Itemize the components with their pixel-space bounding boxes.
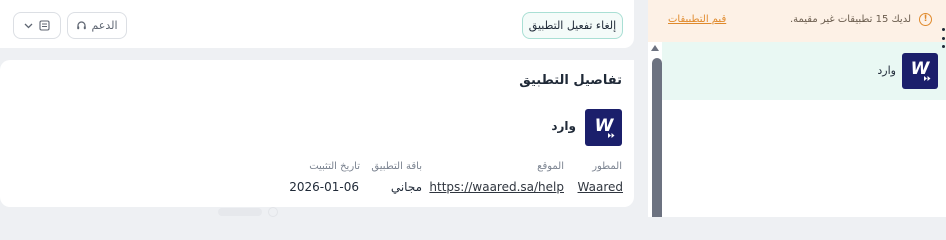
website-link[interactable]: https://waared.sa/help [429, 180, 564, 194]
notice-text: لديك 15 تطبيقات غير مقيمة. [789, 14, 911, 25]
more-options-icon[interactable] [940, 28, 946, 48]
menu-dropdown-button[interactable] [13, 12, 61, 39]
details-title: تفاصيل التطبيق [519, 73, 622, 88]
deactivate-app-button[interactable]: إلغاء تفعيل التطبيق [522, 12, 623, 39]
info-icon: ! [919, 13, 932, 26]
install-date-value: 2026-01-06 [289, 180, 359, 194]
scroll-up-arrow-icon[interactable] [651, 45, 659, 51]
developer-label: المطور [592, 161, 622, 172]
headset-icon [77, 21, 87, 30]
sidebar-app-name: وارد [877, 64, 896, 77]
install-date-label: تاريخ التثبيت [309, 161, 360, 172]
website-label: الموقع [537, 161, 564, 172]
app-name: وارد [551, 119, 576, 133]
app-details-card: تفاصيل التطبيق W وارد المطور Waared المو… [0, 60, 634, 207]
support-button[interactable]: الدعم [67, 12, 127, 39]
scrollbar-thumb[interactable] [652, 58, 662, 217]
plan-value: مجاني [390, 180, 422, 194]
app-logo: W [585, 109, 622, 146]
svg-text:W: W [594, 116, 614, 136]
svg-text:W: W [911, 59, 931, 79]
chevron-down-icon [24, 23, 33, 28]
support-label: الدعم [91, 19, 118, 32]
developer-link[interactable]: Waared [578, 180, 623, 194]
rate-apps-link[interactable]: قيم التطبيقات [668, 14, 726, 25]
app-header-card: الدعم إلغاء تفعيل التطبيق [0, 0, 634, 48]
plan-label: باقة التطبيق [371, 161, 422, 172]
list-icon [39, 20, 50, 31]
sidebar-app-logo: W [902, 53, 938, 89]
background-row [218, 207, 278, 217]
